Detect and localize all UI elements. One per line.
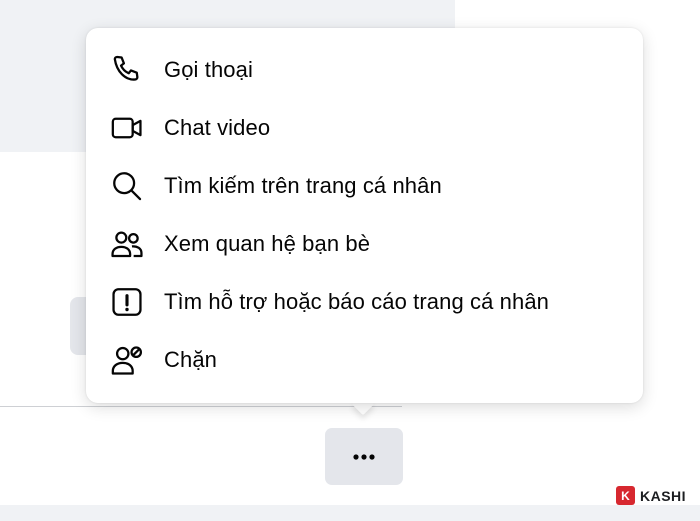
menu-item-block[interactable]: Chặn <box>94 331 635 389</box>
menu-item-search-profile[interactable]: Tìm kiếm trên trang cá nhân <box>94 157 635 215</box>
menu-item-label: Gọi thoại <box>164 57 253 82</box>
profile-options-menu: Gọi thoại Chat video Tìm kiếm trên trang… <box>86 28 643 403</box>
menu-item-label: Chat video <box>164 115 271 140</box>
watermark-text: KASHI <box>640 487 687 504</box>
watermark-logo: K <box>616 486 635 505</box>
phone-icon <box>110 52 146 88</box>
menu-item-label: Tìm hỗ trợ hoặc báo cáo trang cá nhân <box>164 289 550 314</box>
menu-item-voice-call[interactable]: Gọi thoại <box>94 41 635 99</box>
more-dots-icon <box>353 453 375 460</box>
video-camera-icon <box>110 110 146 146</box>
background-footer <box>0 505 700 521</box>
report-icon <box>110 284 146 320</box>
block-user-icon <box>110 342 146 378</box>
watermark: K KASHI <box>616 486 686 505</box>
menu-item-video-chat[interactable]: Chat video <box>94 99 635 157</box>
menu-item-label: Chặn <box>164 347 217 372</box>
more-options-button[interactable] <box>325 428 403 485</box>
menu-item-label: Tìm kiếm trên trang cá nhân <box>164 173 442 198</box>
friends-icon <box>110 226 146 262</box>
divider <box>0 406 402 407</box>
menu-item-find-support-report[interactable]: Tìm hỗ trợ hoặc báo cáo trang cá nhân <box>94 273 635 331</box>
menu-item-see-friendship[interactable]: Xem quan hệ bạn bè <box>94 215 635 273</box>
menu-item-label: Xem quan hệ bạn bè <box>164 231 371 256</box>
search-icon <box>110 168 146 204</box>
